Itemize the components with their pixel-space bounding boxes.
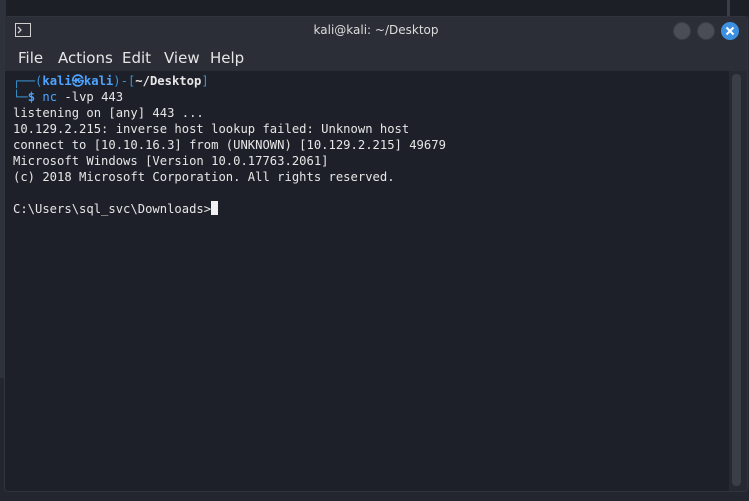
terminal-output-area[interactable]: ┌──(kali㉿kali)-[~/Desktop] └─$ nc -lvp 4… bbox=[5, 71, 729, 491]
output-line: Microsoft Windows [Version 10.0.17763.20… bbox=[13, 154, 329, 168]
prompt-line-1: ┌──(kali㉿kali)-[~/Desktop] bbox=[13, 73, 209, 89]
text-cursor bbox=[211, 201, 219, 215]
terminal-window: kali@kali: ~/Desktop File Actions Edit V… bbox=[4, 16, 748, 492]
close-icon bbox=[725, 26, 735, 36]
prompt-line-2: └─$ nc -lvp 443 bbox=[13, 89, 123, 105]
prompt-at-symbol: ㉿ bbox=[71, 74, 84, 88]
output-line: 10.129.2.215: inverse host lookup failed… bbox=[13, 122, 410, 136]
prompt-mid: )-[ bbox=[113, 74, 136, 88]
command-args: -lvp 443 bbox=[64, 90, 124, 104]
output-line: listening on [any] 443 ... bbox=[13, 106, 204, 120]
desktop-top-bar bbox=[0, 0, 749, 16]
output-line: (c) 2018 Microsoft Corporation. All righ… bbox=[13, 170, 395, 184]
title-bar[interactable]: kali@kali: ~/Desktop bbox=[5, 17, 747, 45]
prompt-dollar: $ bbox=[27, 90, 36, 104]
scrollbar-thumb[interactable] bbox=[732, 74, 741, 486]
prompt-user: kali bbox=[42, 74, 72, 88]
vertical-scrollbar[interactable] bbox=[729, 71, 747, 491]
menu-view[interactable]: View bbox=[164, 49, 200, 67]
prompt-open: ┌──( bbox=[13, 74, 43, 88]
menu-bar: File Actions Edit View Help bbox=[5, 45, 747, 71]
prompt-close: ] bbox=[201, 74, 209, 88]
maximize-button[interactable] bbox=[697, 22, 715, 40]
shell-prompt-line[interactable]: C:\Users\sql_svc\Downloads> bbox=[13, 201, 219, 217]
menu-file[interactable]: File bbox=[18, 49, 43, 67]
menu-actions[interactable]: Actions bbox=[58, 49, 113, 67]
prompt-host: kali bbox=[83, 74, 114, 88]
prompt-second-prefix: └─ bbox=[13, 90, 28, 104]
prompt-path: ~/Desktop bbox=[135, 74, 202, 88]
menu-help[interactable]: Help bbox=[210, 49, 244, 67]
window-title: kali@kali: ~/Desktop bbox=[313, 23, 439, 37]
menu-edit[interactable]: Edit bbox=[122, 49, 151, 67]
output-line: connect to [10.10.16.3] from (UNKNOWN) [… bbox=[13, 138, 446, 152]
minimize-button[interactable] bbox=[673, 22, 691, 40]
command-name: nc bbox=[42, 90, 58, 104]
close-button[interactable] bbox=[721, 22, 739, 40]
shell-prompt: C:\Users\sql_svc\Downloads> bbox=[13, 202, 212, 216]
